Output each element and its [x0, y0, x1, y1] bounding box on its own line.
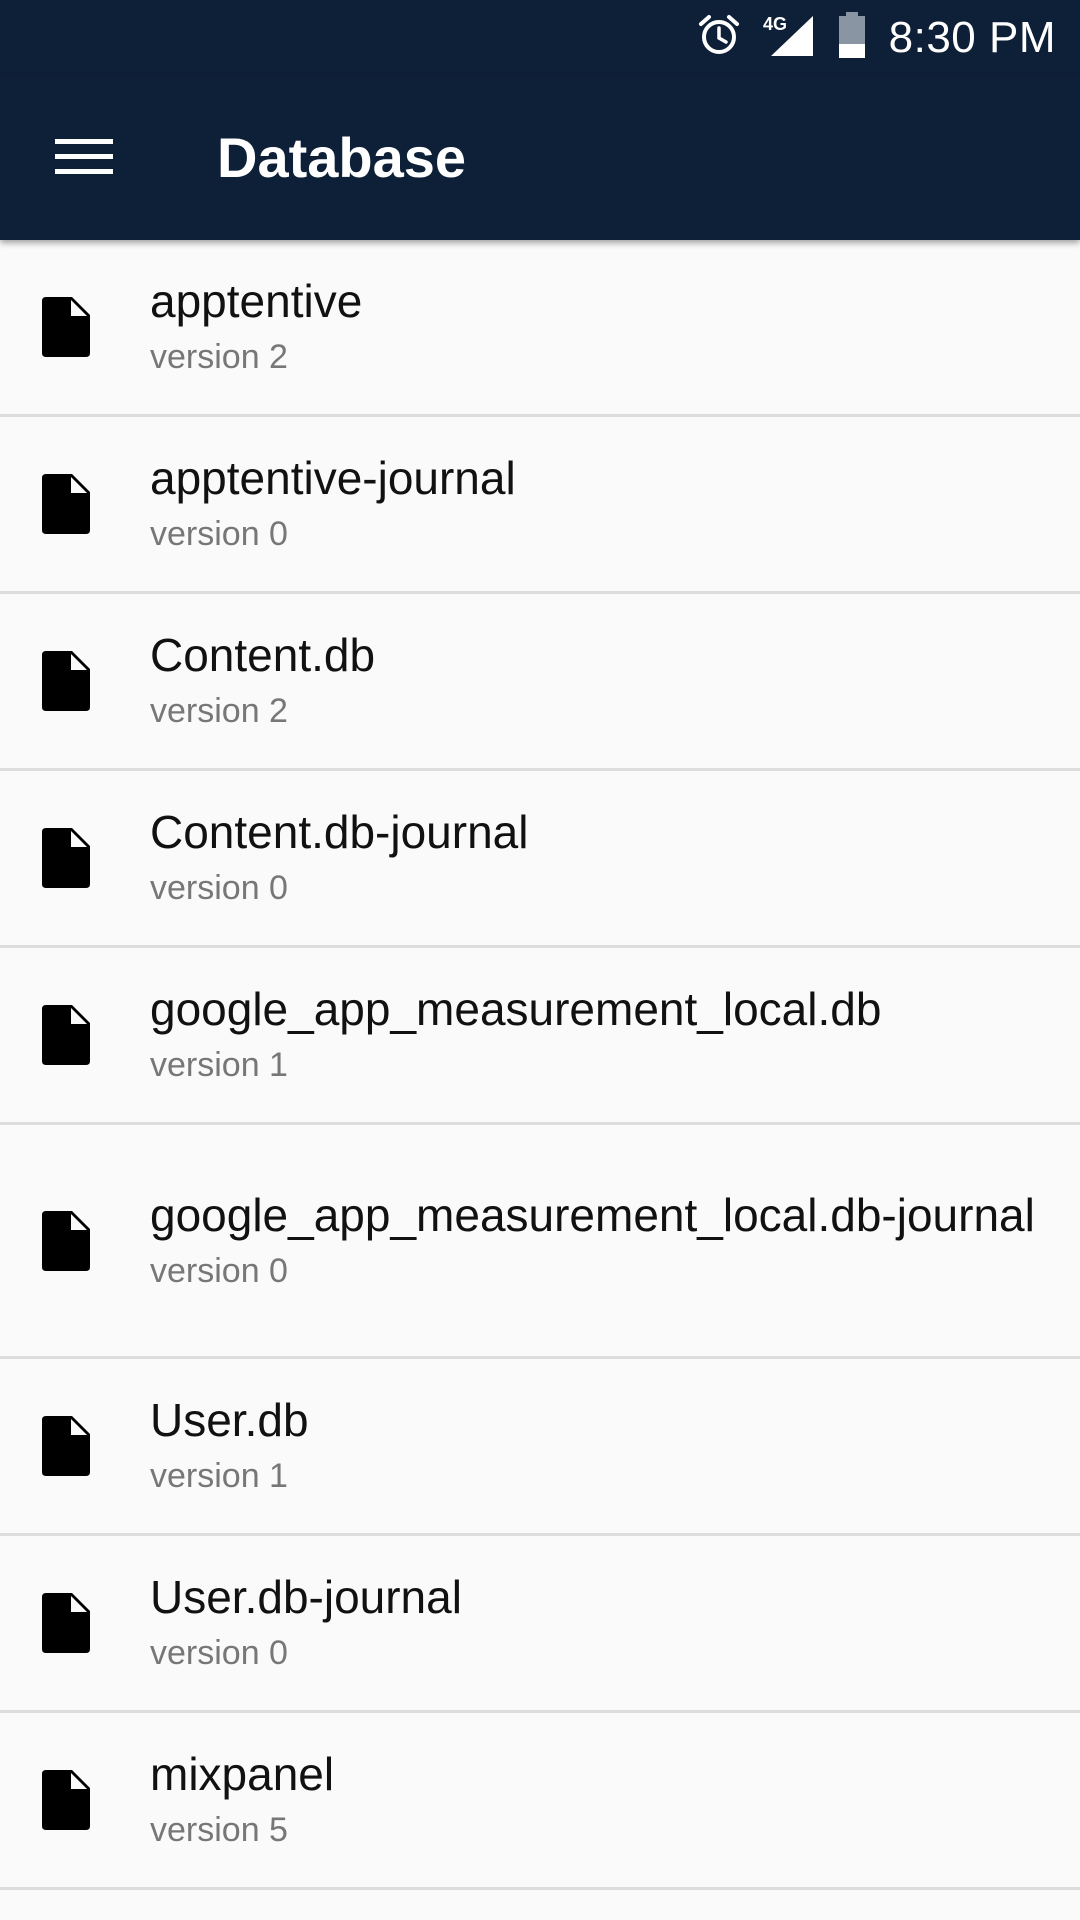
- database-version: version 0: [150, 1634, 288, 1672]
- file-icon: [42, 1416, 90, 1476]
- database-version: version 0: [150, 515, 288, 553]
- database-item[interactable]: apptentive-journal version 0: [0, 417, 1080, 594]
- database-version: version 0: [150, 869, 288, 907]
- app-toolbar: Database: [0, 75, 1080, 240]
- database-item[interactable]: apptentive version 2: [0, 240, 1080, 417]
- database-name: google_app_measurement_local.db-journal: [150, 1188, 1035, 1241]
- alarm-icon: [697, 13, 741, 62]
- file-icon: [42, 1770, 90, 1830]
- file-icon: [42, 1210, 90, 1271]
- database-name: User.db: [150, 1394, 309, 1446]
- file-icon: [42, 474, 90, 534]
- database-item[interactable]: Content.db-journal version 0: [0, 771, 1080, 948]
- file-icon: [42, 651, 90, 711]
- database-version: version 2: [150, 692, 288, 730]
- database-name: apptentive: [150, 275, 363, 327]
- database-version: version 0: [150, 1251, 288, 1290]
- menu-button[interactable]: [36, 115, 132, 199]
- file-icon: [42, 297, 90, 357]
- file-icon: [42, 828, 90, 888]
- database-name: google_app_measurement_local.db: [150, 983, 882, 1035]
- database-item[interactable]: google_app_measurement_local.db-journal …: [0, 1125, 1080, 1359]
- database-version: version 1: [150, 1457, 288, 1495]
- database-version: version 2: [150, 338, 288, 376]
- database-version: version 5: [150, 1811, 288, 1849]
- status-time: 8:30 PM: [888, 12, 1056, 62]
- database-name: Content.db-journal: [150, 806, 529, 858]
- database-item[interactable]: Content.db version 2: [0, 594, 1080, 771]
- database-name: User.db-journal: [150, 1571, 462, 1623]
- hamburger-menu-icon: [55, 139, 113, 174]
- database-item[interactable]: google_app_measurement_local.db version …: [0, 948, 1080, 1125]
- database-version: version 1: [150, 1046, 288, 1084]
- status-bar: 4G 8:30 PM: [0, 0, 1080, 75]
- database-name: Content.db: [150, 629, 376, 681]
- database-item[interactable]: mixpanel version 5: [0, 1713, 1080, 1890]
- file-icon: [42, 1593, 90, 1653]
- file-icon: [42, 1005, 90, 1065]
- status-icons: 4G 8:30 PM: [697, 0, 1056, 75]
- signal-4g-icon: 4G: [763, 12, 815, 63]
- database-item[interactable]: User.db-journal version 0: [0, 1536, 1080, 1713]
- database-name: mixpanel: [150, 1748, 335, 1800]
- screen: 4G 8:30 PM Database apptentive version 2…: [0, 0, 1080, 1920]
- page-title: Database: [217, 126, 467, 189]
- database-name: apptentive-journal: [150, 452, 516, 504]
- database-list: apptentive version 2 apptentive-journal …: [0, 240, 1080, 1890]
- battery-icon: [837, 11, 867, 64]
- network-type-label: 4G: [763, 14, 787, 34]
- database-item[interactable]: User.db version 1: [0, 1359, 1080, 1536]
